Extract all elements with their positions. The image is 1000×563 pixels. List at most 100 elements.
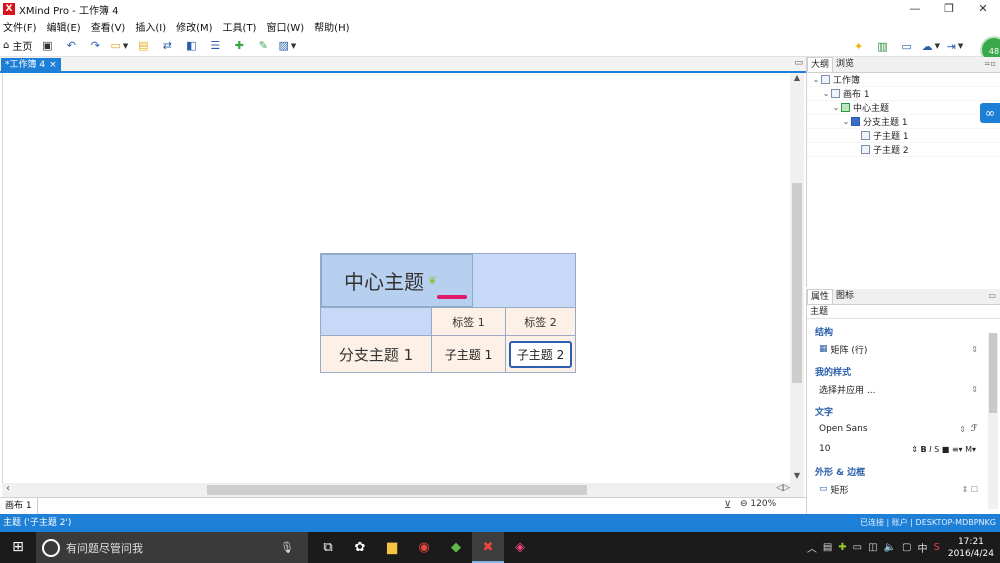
tree-item-sheet[interactable]: ⌄ 画布 1 — [807, 87, 1000, 101]
sogou-icon[interactable]: S — [933, 542, 939, 553]
color-box-icon[interactable]: ⇕ ☐ — [962, 485, 978, 494]
evernote-icon[interactable]: ◆ — [440, 532, 472, 563]
maximize-button[interactable]: ❐ — [932, 0, 966, 18]
undo-button[interactable]: ↶ — [62, 37, 80, 55]
lightbulb-button[interactable]: ✦ — [850, 37, 868, 55]
topic-button[interactable]: ▭ ▼ — [110, 37, 128, 55]
font-select[interactable]: Open Sans ⇕ ℱ — [807, 419, 1000, 439]
file-explorer-icon[interactable]: ▆ — [376, 532, 408, 563]
structure-select[interactable]: ▦ 矩阵 (行) ⇕ — [807, 339, 1000, 359]
menu-file[interactable]: 文件(F) — [3, 19, 37, 34]
windows-start-icon[interactable]: ⊞ — [0, 532, 36, 563]
horizontal-scrollbar[interactable]: ‹ ◁▷ — [2, 483, 804, 497]
marker-button[interactable]: ✚ — [230, 37, 248, 55]
task-view-icon[interactable]: ⧉ — [312, 532, 344, 563]
image-button[interactable]: ▨ ▼ — [278, 37, 296, 55]
chrome-icon[interactable]: ◉ — [408, 532, 440, 563]
vertical-scroll-thumb[interactable] — [792, 183, 802, 383]
tree-item-branch[interactable]: ⌄ 分支主题 1 — [807, 115, 1000, 129]
redo-button[interactable]: ↷ — [86, 37, 104, 55]
export-button[interactable]: ⇥ ▼ — [946, 37, 964, 55]
tree-item-central[interactable]: ⌄ 中心主题 — [807, 101, 1000, 115]
present-button[interactable]: ▥ — [874, 37, 892, 55]
network-icon[interactable]: ◫ — [868, 542, 877, 553]
scroll-left-icon[interactable]: ‹ — [6, 483, 10, 494]
editor-minimize-button[interactable]: ▭ — [794, 58, 803, 68]
boundary-icon: ◧ — [186, 39, 197, 52]
tree-item-subtopic-2[interactable]: 子主题 2 — [807, 143, 1000, 157]
tab-workbook[interactable]: *工作簿 4 × — [1, 58, 61, 73]
panel-minimize-icon[interactable]: =▫ — [984, 59, 996, 68]
tray-green-icon[interactable]: ✚ — [838, 542, 846, 553]
tree-item-workbook[interactable]: ⌄ 工作簿 — [807, 73, 1000, 87]
style-select[interactable]: 选择并应用 ... ⇕ — [807, 379, 1000, 399]
tree-expand-icon[interactable]: ⌄ — [821, 89, 831, 98]
props-scrollbar[interactable] — [988, 333, 998, 509]
notes-button[interactable]: ✎ — [254, 37, 272, 55]
subtopic-1[interactable]: 子主题 1 — [431, 335, 506, 373]
volume-icon[interactable]: 🔈 — [884, 542, 896, 553]
link-icon[interactable]: ∞ — [980, 103, 1000, 123]
central-topic[interactable]: 中心主题 ❦ — [321, 254, 473, 307]
menu-modify[interactable]: 修改(M) — [176, 19, 212, 34]
xmind-taskbar-icon[interactable]: ✖ — [472, 532, 504, 563]
tree-expand-icon[interactable]: ⌄ — [831, 103, 841, 112]
menu-help[interactable]: 帮助(H) — [314, 19, 349, 34]
notification-icon[interactable]: ▢ — [902, 542, 911, 553]
branch-topic[interactable]: 分支主题 1 — [320, 335, 432, 373]
summary-button[interactable]: ☰ — [206, 37, 224, 55]
menu-tools[interactable]: 工具(T) — [223, 19, 257, 34]
save-button[interactable]: ▣ — [38, 37, 56, 55]
tray-expand-icon[interactable]: ︿ — [807, 540, 817, 555]
matrix-label-1[interactable]: 标签 1 — [431, 307, 506, 336]
font-size-row[interactable]: 10 ⇕ B I S ■ ≡▾ M▾ — [807, 439, 1000, 459]
home-button[interactable]: ⌂ 主页 — [3, 37, 32, 55]
menu-insert[interactable]: 插入(I) — [135, 19, 166, 34]
microphone-icon[interactable]: 🎙 — [280, 541, 294, 554]
sheet-tab-1[interactable]: 画布 1 — [0, 498, 38, 514]
ime-indicator[interactable]: 中 — [917, 540, 927, 555]
share-button[interactable]: ☁ ▼ — [922, 37, 940, 55]
cortana-search[interactable]: 有问题尽管问我 🎙 — [36, 532, 308, 563]
menu-edit[interactable]: 编辑(E) — [47, 19, 81, 34]
battery-icon[interactable]: ▭ — [853, 542, 862, 553]
tray-app-icon[interactable]: ▤ — [823, 542, 832, 553]
format-buttons[interactable]: ⇕ B I S ■ ≡▾ M▾ — [911, 445, 976, 454]
callout-button[interactable]: ▤ — [134, 37, 152, 55]
filter-icon[interactable]: ⊻ — [724, 500, 731, 511]
props-scroll-thumb[interactable] — [989, 333, 997, 413]
app-taskbar-icon[interactable]: ◈ — [504, 532, 536, 563]
save-icon: ▣ — [42, 39, 53, 52]
slide-button[interactable]: ▭ — [898, 37, 916, 55]
panel-minimize-icon[interactable]: ▭ — [988, 291, 996, 300]
tab-outline[interactable]: 大纲 — [807, 57, 834, 72]
minimize-button[interactable]: — — [898, 0, 932, 18]
search-placeholder: 有问题尽管问我 — [66, 541, 143, 555]
zoom-level[interactable]: ⊖ 120% — [740, 499, 776, 509]
subtopic-2[interactable]: 子主题 2 — [505, 335, 576, 373]
matrix-label-2[interactable]: 标签 2 — [505, 307, 576, 336]
tree-item-subtopic-1[interactable]: 子主题 1 — [807, 129, 1000, 143]
tree-expand-icon[interactable]: ⌄ — [811, 75, 821, 84]
font-style-icon[interactable]: ℱ — [971, 424, 978, 434]
relationship-button[interactable]: ⇄ — [158, 37, 176, 55]
tab-browse[interactable]: 浏览 — [833, 57, 857, 72]
vertical-scrollbar[interactable]: ▲ ▼ — [790, 73, 804, 483]
clock[interactable]: 17:21 2016/4/24 — [948, 536, 994, 560]
tab-icons[interactable]: 图标 — [833, 289, 857, 304]
boundary-button[interactable]: ◧ — [182, 37, 200, 55]
export-icon: ⇥ — [946, 39, 956, 53]
scroll-up-icon[interactable]: ▲ — [790, 73, 804, 85]
scroll-right-icon[interactable]: ◁▷ — [776, 483, 790, 493]
close-icon[interactable]: × — [49, 60, 57, 70]
shape-select[interactable]: ▭ 矩形 ⇕ ☐ — [807, 479, 1000, 499]
horizontal-scroll-thumb[interactable] — [207, 485, 587, 495]
close-button[interactable]: ✕ — [966, 0, 1000, 18]
menu-window[interactable]: 窗口(W) — [266, 19, 304, 34]
tree-expand-icon[interactable]: ⌄ — [841, 117, 851, 126]
pinwheel-app-icon[interactable]: ✿ — [344, 532, 376, 563]
scroll-down-icon[interactable]: ▼ — [790, 471, 804, 483]
menu-view[interactable]: 查看(V) — [91, 19, 126, 34]
summary-icon: ☰ — [210, 39, 221, 52]
tab-properties[interactable]: 属性 — [807, 289, 834, 304]
